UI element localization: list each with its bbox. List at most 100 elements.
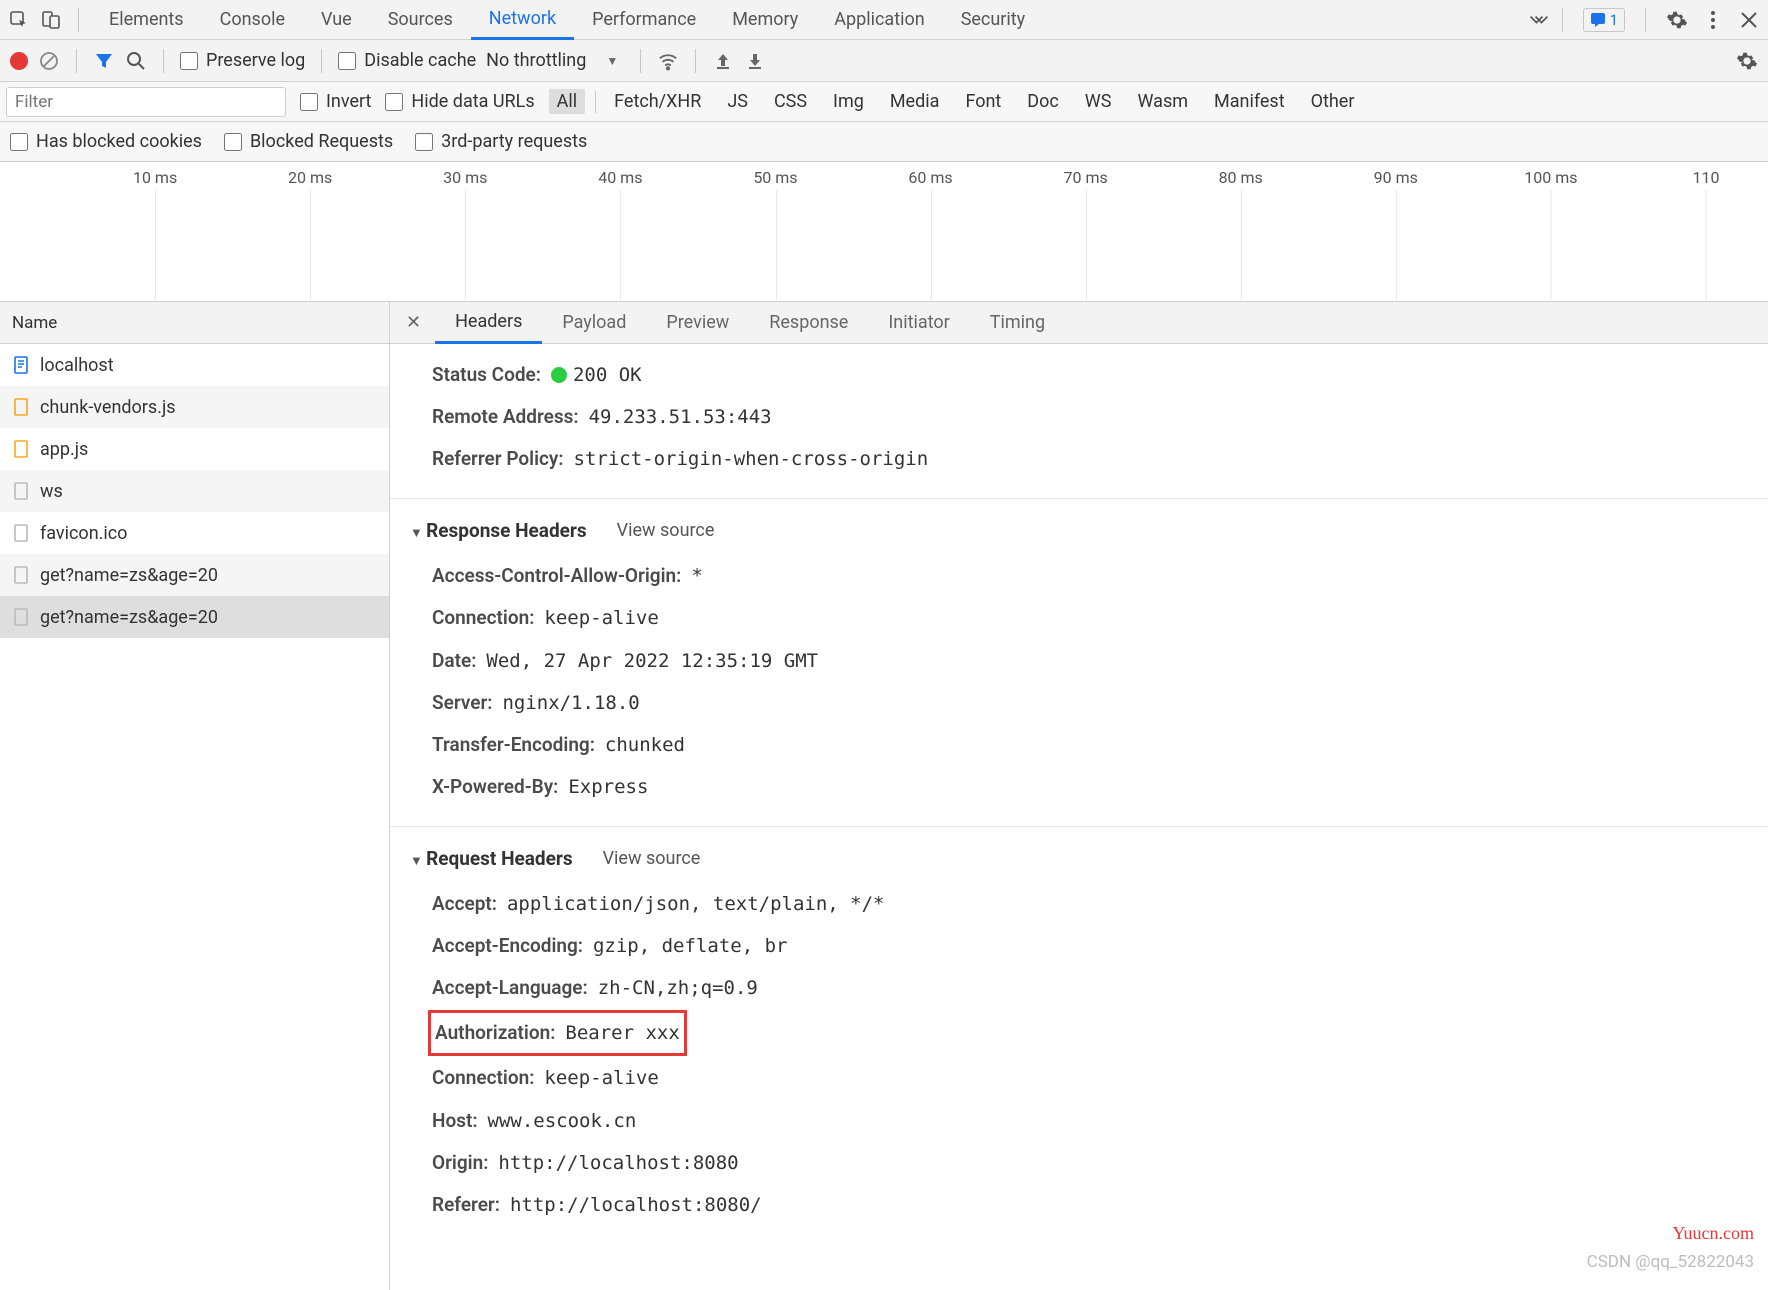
throttling-select[interactable]: No throttling bbox=[486, 50, 590, 71]
search-icon[interactable] bbox=[125, 50, 147, 72]
request-name: get?name=zs&age=20 bbox=[40, 607, 218, 628]
third-party-checkbox[interactable]: 3rd-party requests bbox=[415, 131, 587, 152]
tab-vue[interactable]: Vue bbox=[303, 0, 370, 40]
header-key: Status Code: bbox=[432, 363, 541, 386]
download-har-icon[interactable] bbox=[744, 50, 766, 72]
filter-input[interactable] bbox=[6, 87, 286, 117]
header-value: www.escook.cn bbox=[488, 1110, 637, 1132]
tab-application[interactable]: Application bbox=[816, 0, 942, 40]
inspect-icon[interactable] bbox=[8, 9, 30, 31]
header-section: Request Headers View source bbox=[390, 826, 1768, 883]
more-tabs-icon[interactable] bbox=[1528, 9, 1550, 31]
view-source-link[interactable]: View source bbox=[603, 842, 701, 876]
header-value: keep-alive bbox=[544, 1067, 658, 1089]
name-column-header[interactable]: Name bbox=[0, 302, 389, 344]
header-row: Transfer-Encoding:chunked bbox=[390, 724, 1768, 766]
upload-har-icon[interactable] bbox=[712, 50, 734, 72]
watermark: Yuucn.com bbox=[1673, 1223, 1754, 1244]
header-value: keep-alive bbox=[544, 607, 658, 629]
file-icon bbox=[12, 356, 30, 374]
type-filter-img[interactable]: Img bbox=[825, 89, 872, 114]
detail-tab-headers[interactable]: Headers bbox=[435, 302, 542, 344]
tab-elements[interactable]: Elements bbox=[91, 0, 202, 40]
header-value: strict-origin-when-cross-origin bbox=[574, 448, 929, 470]
clear-icon[interactable] bbox=[38, 50, 60, 72]
detail-tab-response[interactable]: Response bbox=[749, 302, 868, 344]
header-key: Accept: bbox=[432, 892, 497, 915]
header-value: http://localhost:8080 bbox=[498, 1152, 738, 1174]
header-key: Remote Address: bbox=[432, 405, 579, 428]
header-row: Connection:keep-alive bbox=[390, 597, 1768, 639]
request-details: ✕ HeadersPayloadPreviewResponseInitiator… bbox=[390, 302, 1768, 1290]
disable-cache-checkbox[interactable]: Disable cache bbox=[338, 50, 476, 71]
request-row[interactable]: ws bbox=[0, 470, 389, 512]
detail-tab-preview[interactable]: Preview bbox=[646, 302, 749, 344]
request-name: app.js bbox=[40, 439, 88, 460]
filter-icon[interactable] bbox=[93, 50, 115, 72]
section-title[interactable]: Response Headers bbox=[410, 513, 587, 549]
header-value: chunked bbox=[605, 734, 685, 756]
tab-console[interactable]: Console bbox=[202, 0, 303, 40]
header-row: Server:nginx/1.18.0 bbox=[390, 682, 1768, 724]
type-filter-js[interactable]: JS bbox=[719, 89, 756, 114]
tab-security[interactable]: Security bbox=[943, 0, 1043, 40]
detail-tab-payload[interactable]: Payload bbox=[542, 302, 646, 344]
record-button[interactable] bbox=[10, 52, 28, 70]
header-row: Host:www.escook.cn bbox=[390, 1100, 1768, 1142]
has-blocked-cookies-checkbox[interactable]: Has blocked cookies bbox=[10, 131, 202, 152]
request-row[interactable]: localhost bbox=[0, 344, 389, 386]
request-name: localhost bbox=[40, 355, 114, 376]
type-filter-css[interactable]: CSS bbox=[766, 89, 815, 114]
request-row[interactable]: get?name=zs&age=20 bbox=[0, 554, 389, 596]
close-details-icon[interactable]: ✕ bbox=[396, 312, 431, 333]
chevron-down-icon[interactable]: ▼ bbox=[600, 54, 624, 68]
preserve-log-checkbox[interactable]: Preserve log bbox=[180, 50, 305, 71]
type-filter-all[interactable]: All bbox=[549, 89, 586, 114]
issues-badge[interactable]: 1 bbox=[1583, 8, 1625, 32]
timeline-overview[interactable]: 10 ms20 ms30 ms40 ms50 ms60 ms70 ms80 ms… bbox=[0, 162, 1768, 302]
tab-performance[interactable]: Performance bbox=[574, 0, 714, 40]
header-value: Bearer xxx bbox=[565, 1022, 679, 1044]
header-value: Wed, 27 Apr 2022 12:35:19 GMT bbox=[486, 650, 818, 672]
type-filter-media[interactable]: Media bbox=[882, 89, 948, 114]
tab-network[interactable]: Network bbox=[471, 0, 574, 40]
kebab-icon[interactable] bbox=[1702, 9, 1724, 31]
type-filter-doc[interactable]: Doc bbox=[1019, 89, 1067, 114]
device-toggle-icon[interactable] bbox=[40, 9, 62, 31]
network-conditions-icon[interactable] bbox=[657, 50, 679, 72]
header-row: Connection:keep-alive bbox=[390, 1057, 1768, 1099]
header-value: 49.233.51.53:443 bbox=[589, 406, 772, 428]
close-icon[interactable] bbox=[1738, 9, 1760, 31]
type-filter-ws[interactable]: WS bbox=[1077, 89, 1120, 114]
gear-icon[interactable] bbox=[1736, 50, 1758, 72]
request-row[interactable]: chunk-vendors.js bbox=[0, 386, 389, 428]
header-key: Server: bbox=[432, 691, 492, 714]
filter-bar: Invert Hide data URLs All Fetch/XHR JS CSS I… bbox=[0, 82, 1768, 122]
timeline-tick: 10 ms bbox=[133, 168, 177, 187]
request-row[interactable]: get?name=zs&age=20 bbox=[0, 596, 389, 638]
tab-memory[interactable]: Memory bbox=[714, 0, 816, 40]
file-icon bbox=[12, 482, 30, 500]
tab-sources[interactable]: Sources bbox=[370, 0, 471, 40]
hide-data-urls-checkbox[interactable]: Hide data URLs bbox=[385, 91, 534, 112]
type-filter-font[interactable]: Font bbox=[957, 89, 1009, 114]
timeline-tick: 70 ms bbox=[1063, 168, 1107, 187]
invert-checkbox[interactable]: Invert bbox=[300, 91, 371, 112]
request-row[interactable]: app.js bbox=[0, 428, 389, 470]
type-filter-wasm[interactable]: Wasm bbox=[1129, 89, 1196, 114]
request-list: Name localhost chunk-vendors.js app.js wsfa… bbox=[0, 302, 390, 1290]
gear-icon[interactable] bbox=[1666, 9, 1688, 31]
hide-data-urls-label: Hide data URLs bbox=[411, 91, 534, 112]
detail-tab-timing[interactable]: Timing bbox=[970, 302, 1065, 344]
type-filter-manifest[interactable]: Manifest bbox=[1206, 89, 1293, 114]
blocked-requests-checkbox[interactable]: Blocked Requests bbox=[224, 131, 393, 152]
type-filter-fetchxhr[interactable]: Fetch/XHR bbox=[606, 89, 709, 114]
header-row: Accept:application/json, text/plain, */* bbox=[390, 883, 1768, 925]
view-source-link[interactable]: View source bbox=[617, 514, 715, 548]
detail-tab-initiator[interactable]: Initiator bbox=[868, 302, 969, 344]
section-title[interactable]: Request Headers bbox=[410, 841, 573, 877]
request-row[interactable]: favicon.ico bbox=[0, 512, 389, 554]
separator bbox=[163, 49, 164, 73]
header-row: Accept-Language:zh-CN,zh;q=0.9 bbox=[390, 967, 1768, 1009]
type-filter-other[interactable]: Other bbox=[1303, 89, 1363, 114]
